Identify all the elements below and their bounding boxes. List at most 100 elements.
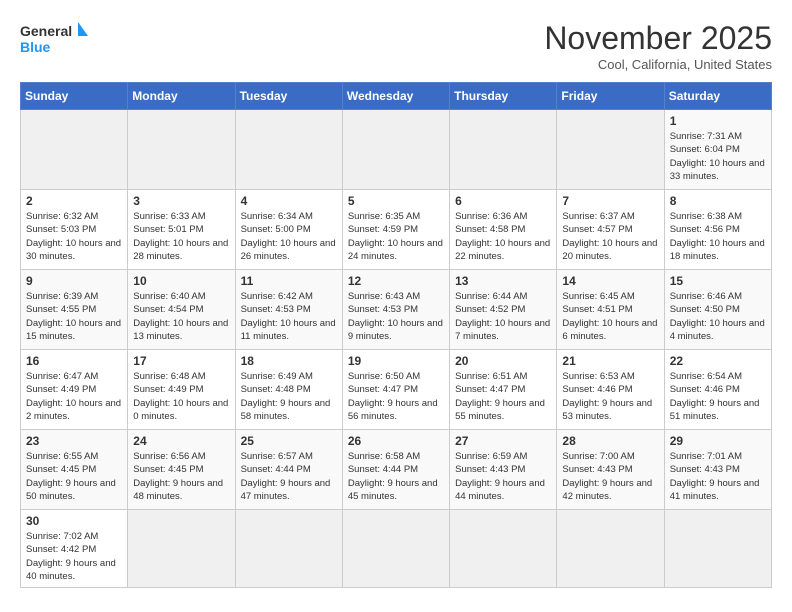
day-number: 30: [26, 514, 122, 528]
header-sunday: Sunday: [21, 83, 128, 110]
table-row: 7 Sunrise: 6:37 AM Sunset: 4:57 PM Daylig…: [557, 190, 664, 270]
table-row: [557, 110, 664, 190]
cell-content: Sunrise: 6:59 AM Sunset: 4:43 PM Dayligh…: [455, 450, 551, 503]
day-number: 17: [133, 354, 229, 368]
day-number: 16: [26, 354, 122, 368]
table-row: 4Sunrise: 6:34 AM Sunset: 5:00 PM Daylig…: [235, 190, 342, 270]
svg-text:General: General: [20, 23, 72, 39]
table-row: 27 Sunrise: 6:59 AM Sunset: 4:43 PM Dayli…: [450, 430, 557, 510]
header-monday: Monday: [128, 83, 235, 110]
table-row: 28 Sunrise: 7:00 AM Sunset: 4:43 PM Dayli…: [557, 430, 664, 510]
table-row: 16 Sunrise: 6:47 AM Sunset: 4:49 PM Dayli…: [21, 350, 128, 430]
day-number: 15: [670, 274, 766, 288]
table-row: 1 Sunrise: 7:31 AM Sunset: 6:04 PM Daylig…: [664, 110, 771, 190]
table-row: 17Sunrise: 6:48 AM Sunset: 4:49 PM Dayli…: [128, 350, 235, 430]
cell-content: Sunrise: 6:53 AM Sunset: 4:46 PM Dayligh…: [562, 370, 658, 423]
cell-content: Sunrise: 6:33 AM Sunset: 5:01 PM Dayligh…: [133, 210, 229, 263]
table-row: [128, 110, 235, 190]
cell-content: Sunrise: 7:01 AM Sunset: 4:43 PM Dayligh…: [670, 450, 766, 503]
cell-content: Sunrise: 6:55 AM Sunset: 4:45 PM Dayligh…: [26, 450, 122, 503]
svg-text:Blue: Blue: [20, 39, 51, 55]
day-number: 9: [26, 274, 122, 288]
cell-content: Sunrise: 6:34 AM Sunset: 5:00 PM Dayligh…: [241, 210, 337, 263]
table-row: 14Sunrise: 6:45 AM Sunset: 4:51 PM Dayli…: [557, 270, 664, 350]
table-row: 18 Sunrise: 6:49 AM Sunset: 4:48 PM Dayli…: [235, 350, 342, 430]
title-section: November 2025 Cool, California, United S…: [544, 20, 772, 72]
table-row: 2Sunrise: 6:32 AM Sunset: 5:03 PM Daylig…: [21, 190, 128, 270]
table-row: 6 Sunrise: 6:36 AM Sunset: 4:58 PM Daylig…: [450, 190, 557, 270]
cell-content: Sunrise: 6:51 AM Sunset: 4:47 PM Dayligh…: [455, 370, 551, 423]
table-row: [21, 110, 128, 190]
day-number: 19: [348, 354, 444, 368]
calendar-header-row: Sunday Monday Tuesday Wednesday Thursday…: [21, 83, 772, 110]
cell-content: Sunrise: 6:44 AM Sunset: 4:52 PM Dayligh…: [455, 290, 551, 343]
table-row: [342, 510, 449, 588]
page-header: General Blue November 2025 Cool, Califor…: [20, 20, 772, 72]
cell-content: Sunrise: 6:50 AM Sunset: 4:47 PM Dayligh…: [348, 370, 444, 423]
day-number: 26: [348, 434, 444, 448]
cell-content: Sunrise: 6:54 AM Sunset: 4:46 PM Dayligh…: [670, 370, 766, 423]
cell-content: Sunrise: 6:58 AM Sunset: 4:44 PM Dayligh…: [348, 450, 444, 503]
header-thursday: Thursday: [450, 83, 557, 110]
logo: General Blue: [20, 20, 90, 60]
cell-content: Sunrise: 7:31 AM Sunset: 6:04 PM Dayligh…: [670, 130, 766, 183]
logo-svg: General Blue: [20, 20, 90, 60]
table-row: 30 Sunrise: 7:02 AM Sunset: 4:42 PM Dayli…: [21, 510, 128, 588]
day-number: 11: [241, 274, 337, 288]
cell-content: Sunrise: 6:49 AM Sunset: 4:48 PM Dayligh…: [241, 370, 337, 423]
table-row: 15 Sunrise: 6:46 AM Sunset: 4:50 PM Dayli…: [664, 270, 771, 350]
table-row: 10 Sunrise: 6:40 AM Sunset: 4:54 PM Dayli…: [128, 270, 235, 350]
cell-content: Sunrise: 7:00 AM Sunset: 4:43 PM Dayligh…: [562, 450, 658, 503]
table-row: 9 Sunrise: 6:39 AM Sunset: 4:55 PM Daylig…: [21, 270, 128, 350]
cell-content: Sunrise: 6:43 AM Sunset: 4:53 PM Dayligh…: [348, 290, 444, 343]
table-row: [342, 110, 449, 190]
day-number: 27: [455, 434, 551, 448]
cell-content: Sunrise: 6:37 AM Sunset: 4:57 PM Dayligh…: [562, 210, 658, 263]
day-number: 10: [133, 274, 229, 288]
header-tuesday: Tuesday: [235, 83, 342, 110]
day-number: 23: [26, 434, 122, 448]
header-friday: Friday: [557, 83, 664, 110]
cell-content: Sunrise: 6:46 AM Sunset: 4:50 PM Dayligh…: [670, 290, 766, 343]
day-number: 1: [670, 114, 766, 128]
table-row: 19 Sunrise: 6:50 AM Sunset: 4:47 PM Dayli…: [342, 350, 449, 430]
cell-content: Sunrise: 6:36 AM Sunset: 4:58 PM Dayligh…: [455, 210, 551, 263]
cell-content: Sunrise: 6:47 AM Sunset: 4:49 PM Dayligh…: [26, 370, 122, 423]
day-number: 7: [562, 194, 658, 208]
cell-content: Sunrise: 6:39 AM Sunset: 4:55 PM Dayligh…: [26, 290, 122, 343]
day-number: 12: [348, 274, 444, 288]
table-row: 3 Sunrise: 6:33 AM Sunset: 5:01 PM Daylig…: [128, 190, 235, 270]
cell-content: Sunrise: 7:02 AM Sunset: 4:42 PM Dayligh…: [26, 530, 122, 583]
table-row: [450, 110, 557, 190]
header-wednesday: Wednesday: [342, 83, 449, 110]
table-row: [128, 510, 235, 588]
table-row: 11Sunrise: 6:42 AM Sunset: 4:53 PM Dayli…: [235, 270, 342, 350]
table-row: 29 Sunrise: 7:01 AM Sunset: 4:43 PM Dayli…: [664, 430, 771, 510]
cell-content: Sunrise: 6:40 AM Sunset: 4:54 PM Dayligh…: [133, 290, 229, 343]
table-row: [450, 510, 557, 588]
cell-content: Sunrise: 6:45 AM Sunset: 4:51 PM Dayligh…: [562, 290, 658, 343]
table-row: 20Sunrise: 6:51 AM Sunset: 4:47 PM Dayli…: [450, 350, 557, 430]
day-number: 6: [455, 194, 551, 208]
day-number: 18: [241, 354, 337, 368]
calendar-table: Sunday Monday Tuesday Wednesday Thursday…: [20, 82, 772, 588]
table-row: [664, 510, 771, 588]
table-row: 13 Sunrise: 6:44 AM Sunset: 4:52 PM Dayli…: [450, 270, 557, 350]
day-number: 13: [455, 274, 551, 288]
table-row: 24Sunrise: 6:56 AM Sunset: 4:45 PM Dayli…: [128, 430, 235, 510]
table-row: [235, 110, 342, 190]
table-row: 23 Sunrise: 6:55 AM Sunset: 4:45 PM Dayli…: [21, 430, 128, 510]
cell-content: Sunrise: 6:38 AM Sunset: 4:56 PM Dayligh…: [670, 210, 766, 263]
day-number: 28: [562, 434, 658, 448]
table-row: 26 Sunrise: 6:58 AM Sunset: 4:44 PM Dayli…: [342, 430, 449, 510]
table-row: 22Sunrise: 6:54 AM Sunset: 4:46 PM Dayli…: [664, 350, 771, 430]
table-row: [235, 510, 342, 588]
table-row: 8 Sunrise: 6:38 AM Sunset: 4:56 PM Daylig…: [664, 190, 771, 270]
day-number: 8: [670, 194, 766, 208]
cell-content: Sunrise: 6:35 AM Sunset: 4:59 PM Dayligh…: [348, 210, 444, 263]
table-row: [557, 510, 664, 588]
cell-content: Sunrise: 6:32 AM Sunset: 5:03 PM Dayligh…: [26, 210, 122, 263]
day-number: 3: [133, 194, 229, 208]
day-number: 29: [670, 434, 766, 448]
cell-content: Sunrise: 6:56 AM Sunset: 4:45 PM Dayligh…: [133, 450, 229, 503]
